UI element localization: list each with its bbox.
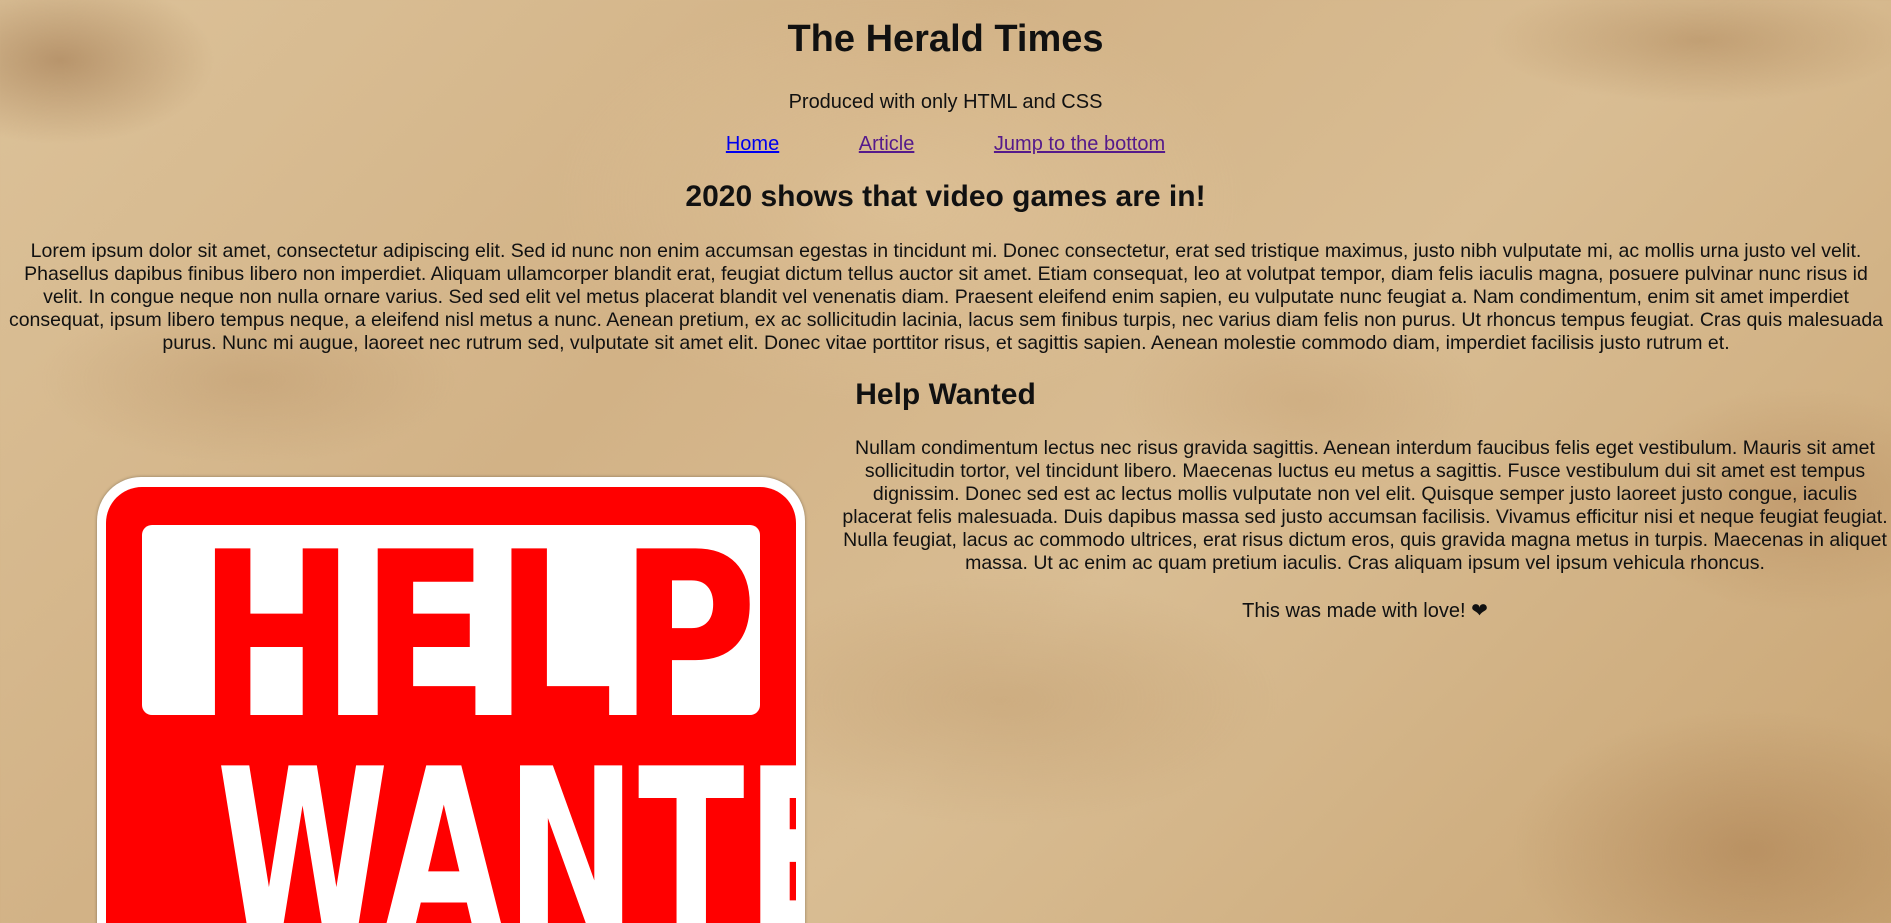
nav-link-jump-to-bottom[interactable]: Jump to the bottom [994,133,1165,155]
footer-note: This was made with love! ❤ [1242,600,1488,622]
sign-text-help: HELP [197,503,763,776]
sign-text-wanted: WANTED [216,721,805,923]
article-headline: 2020 shows that video games are in! [685,180,1206,213]
site-tagline: Produced with only HTML and CSS [788,91,1103,113]
site-title: The Herald Times [787,18,1104,60]
sign-red-panel: HELP WANTED [106,487,805,923]
help-wanted-sign-image: HELP WANTED [97,477,805,923]
article-body: Lorem ipsum dolor sit amet, consectetur … [8,240,1884,354]
nav-link-home[interactable]: Home [726,133,779,155]
main-nav: Home Article Jump to the bottom [0,133,1891,156]
help-wanted-heading: Help Wanted [855,378,1036,411]
sign-white-box: HELP [142,522,760,757]
help-wanted-body: Nullam condimentum lectus nec risus grav… [842,437,1888,574]
nav-link-article[interactable]: Article [859,133,915,155]
